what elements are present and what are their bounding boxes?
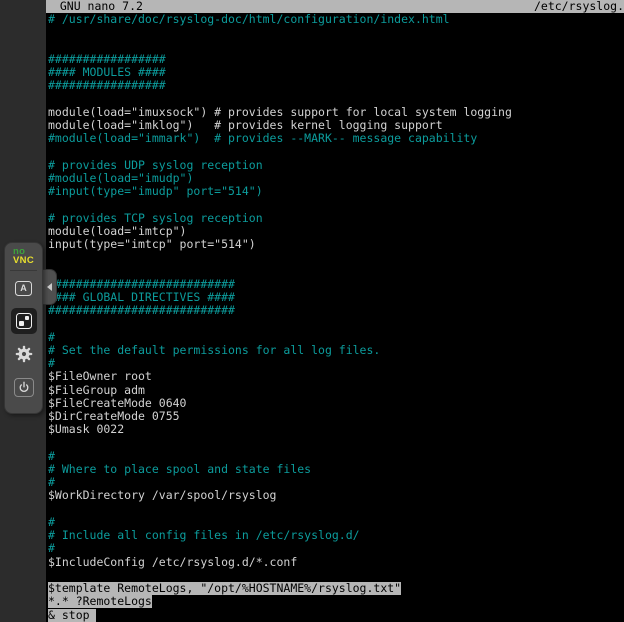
config-line: input(type="imtcp" port="514") [48,238,624,251]
config-line: $Umask 0022 [48,423,624,436]
config-line: $IncludeConfig /etc/rsyslog.d/*.conf [48,556,624,569]
novnc-screen: GNU nano 7.2 /etc/rsyslog. # /usr/share/… [0,0,624,622]
terminal[interactable]: GNU nano 7.2 /etc/rsyslog. # /usr/share/… [46,0,624,622]
panel-buttons: A [11,275,37,400]
config-line: #module(load="immark") # provides --MARK… [48,132,624,145]
gear-icon [15,345,33,363]
config-line: #module(load="imudp") [48,172,624,185]
control-bar-handle[interactable] [43,269,57,305]
config-line: # [48,476,624,489]
keycap-a-icon: A [15,281,32,296]
config-line: $FileOwner root [48,370,624,383]
power-button[interactable] [11,374,37,400]
nano-file-path: /etc/rsyslog. [534,0,624,13]
config-line [48,39,624,52]
config-line: #### GLOBAL DIRECTIVES #### [48,291,624,304]
config-line: # [48,331,624,344]
config-line [48,251,624,264]
novnc-control-bar: no VNC A [4,242,43,414]
config-line: # [48,357,624,370]
config-line: # /usr/share/doc/rsyslog-doc/html/config… [48,13,624,26]
config-line: # Include all config files in /etc/rsysl… [48,529,624,542]
fullscreen-button[interactable] [11,308,37,334]
novnc-logo-bottom: VNC [13,257,34,266]
config-line: # [48,516,624,529]
config-line [48,317,624,330]
config-line: $DirCreateMode 0755 [48,410,624,423]
config-line: $FileGroup adm [48,384,624,397]
nano-buffer: # /usr/share/doc/rsyslog-doc/html/config… [46,13,624,622]
config-line [48,437,624,450]
nano-app-title: GNU nano 7.2 [46,0,143,13]
config-line: $FileCreateMode 0640 [48,397,624,410]
config-line: # Set the default permissions for all lo… [48,344,624,357]
config-line: # provides TCP syslog reception [48,212,624,225]
config-line [48,92,624,105]
config-line [48,264,624,277]
config-line [48,569,624,582]
config-line [48,503,624,516]
config-line: # [48,542,624,555]
config-line: # Where to place spool and state files [48,463,624,476]
config-line-selected: *.* ?RemoteLogs [48,595,624,608]
config-line: module(load="imtcp") [48,225,624,238]
config-line: module(load="imklog") # provides kernel … [48,119,624,132]
config-line: ################# [48,79,624,92]
config-line [48,198,624,211]
config-line: module(load="imuxsock") # provides suppo… [48,106,624,119]
config-line: $WorkDirectory /var/spool/rsyslog [48,489,624,502]
config-line: #### MODULES #### [48,66,624,79]
keyboard-button[interactable]: A [11,275,37,301]
config-line-selected: & stop [48,609,624,622]
config-line: ########################### [48,278,624,291]
settings-button[interactable] [11,341,37,367]
config-line: ########################### [48,304,624,317]
power-icon [14,378,34,397]
nano-titlebar: GNU nano 7.2 /etc/rsyslog. [46,0,624,13]
panel-divider [10,270,37,271]
novnc-logo: no VNC [13,248,34,265]
config-line [48,145,624,158]
config-line: #input(type="imudp" port="514") [48,185,624,198]
chevron-left-icon [47,283,52,291]
fullscreen-icon [16,313,32,329]
config-line-selected: $template RemoteLogs, "/opt/%HOSTNAME%/r… [48,582,624,595]
config-line: # provides UDP syslog reception [48,159,624,172]
config-line: # [48,450,624,463]
config-line [48,26,624,39]
config-line: ################# [48,53,624,66]
